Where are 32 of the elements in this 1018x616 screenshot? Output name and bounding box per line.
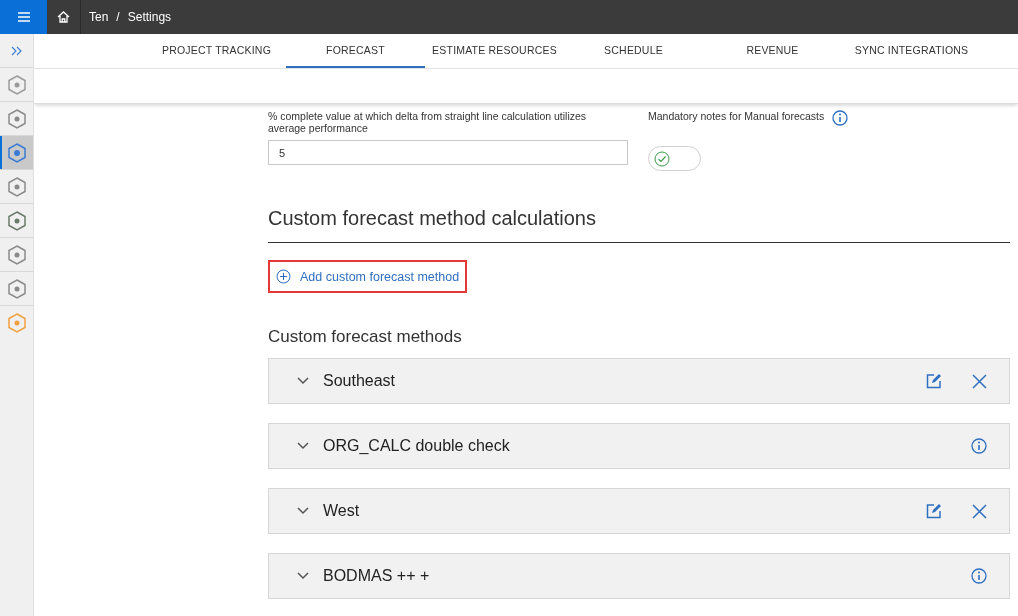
field-label: Mandatory notes for Manual forecasts	[648, 110, 825, 122]
method-name: ORG_CALC double check	[323, 437, 511, 455]
info-icon[interactable]	[971, 438, 987, 454]
tab[interactable]: ESTIMATE RESOURCES	[425, 34, 564, 68]
close-icon[interactable]	[972, 503, 987, 519]
add-method-link[interactable]: Add custom forecast method	[268, 260, 468, 293]
plus-circle-icon	[276, 269, 291, 284]
edit-icon[interactable]	[926, 503, 942, 519]
tab[interactable]: REVENUE	[703, 34, 842, 68]
breadcrumb-item[interactable]: Ten	[89, 10, 109, 24]
info-icon[interactable]	[971, 568, 987, 584]
menu-icon	[17, 12, 30, 22]
breadcrumb-item: Settings	[127, 10, 172, 24]
breadcrumb-separator: /	[116, 10, 120, 24]
method-name: Southeast	[323, 372, 397, 390]
toggle-switch[interactable]	[648, 146, 701, 171]
close-icon[interactable]	[972, 373, 987, 389]
section-heading: Custom forecast method calculations	[268, 207, 1010, 243]
tab[interactable]: SCHEDULE	[564, 34, 703, 68]
tab[interactable]: FORECAST	[286, 34, 425, 68]
method-name: West	[323, 502, 361, 520]
chevron-icon[interactable]	[297, 377, 309, 385]
chevron-icon[interactable]	[297, 572, 309, 580]
chevron-icon[interactable]	[297, 442, 309, 450]
section-subheading: Custom forecast methods	[268, 327, 463, 347]
chevron-icon[interactable]	[297, 507, 309, 515]
tab[interactable]: SYNC INTEGRATIONS	[842, 34, 981, 68]
field-label: % complete value at which delta from straight line calculation utilizes average performance	[268, 110, 588, 136]
method-name: BODMAS ++ +	[323, 567, 431, 585]
edit-icon[interactable]	[926, 373, 942, 389]
tab[interactable]: PROJECT TRACKING	[147, 34, 286, 68]
input-field[interactable]: 5	[268, 140, 628, 165]
